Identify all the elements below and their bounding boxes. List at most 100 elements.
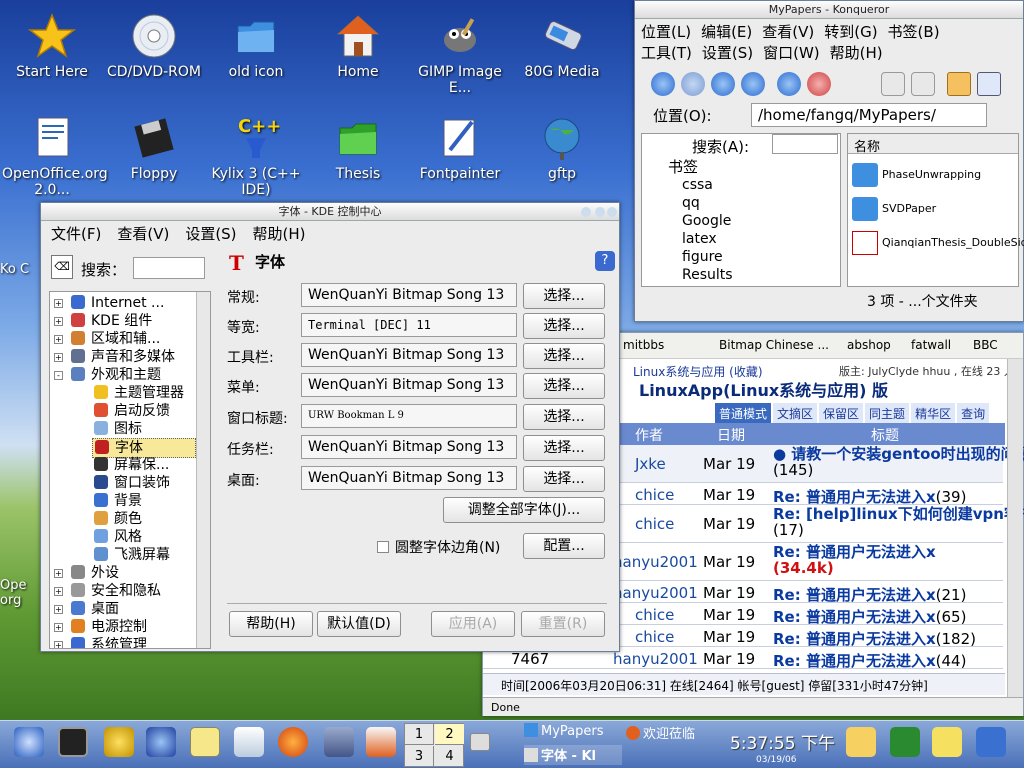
tree-item-appearance[interactable]: - 外观和主题: [54, 366, 161, 384]
close-icon[interactable]: [607, 207, 617, 217]
row-author[interactable]: chice: [635, 628, 674, 646]
bookmark-item[interactable]: cssa: [682, 176, 733, 194]
file-item[interactable]: SVDPaper: [852, 192, 1024, 226]
menu-go[interactable]: 转到(G): [824, 21, 877, 42]
defaults-button[interactable]: 默认值(D): [317, 611, 401, 637]
bookmark-bitmap-chinese[interactable]: Bitmap Chinese ...: [719, 338, 829, 352]
configure-antialias-button[interactable]: 配置...: [523, 533, 605, 559]
minimize-icon[interactable]: [581, 207, 591, 217]
help-icon[interactable]: ?: [595, 251, 615, 271]
row-title[interactable]: Re: 普通用户无法进入x(21): [773, 584, 966, 605]
tab-same-topic[interactable]: 同主题: [865, 403, 910, 423]
choose-font-desktop-button[interactable]: 选择...: [523, 466, 605, 492]
row-author[interactable]: chice: [635, 606, 674, 624]
view-mode-icon[interactable]: [947, 72, 971, 96]
tree-scrollbar[interactable]: [196, 292, 210, 648]
choose-font-general-button[interactable]: 选择...: [523, 283, 605, 309]
menu-edit[interactable]: 编辑(E): [701, 21, 752, 42]
row-author[interactable]: Jxke: [635, 455, 666, 473]
clock-time[interactable]: 5:37:55 下午: [730, 729, 835, 754]
show-desktop-icon[interactable]: [470, 733, 490, 751]
menu-bookmarks[interactable]: 书签(B): [888, 21, 940, 42]
paint-icon[interactable]: [976, 727, 1006, 757]
tree-item-desktop[interactable]: + 桌面: [54, 600, 119, 618]
kde-menu-icon[interactable]: [14, 727, 44, 757]
tree-item-theme-manager[interactable]: 主题管理器: [94, 384, 184, 402]
tree-item-splash-screen[interactable]: 飞溅屏幕: [94, 546, 170, 564]
file-item[interactable]: QianqianThesis_DoubleSided: [852, 226, 1024, 260]
reload-icon[interactable]: [777, 72, 801, 96]
firefox-icon[interactable]: [278, 727, 308, 757]
konqueror-titlebar[interactable]: MyPapers - Konqueror: [635, 1, 1023, 19]
choose-font-toolbar-button[interactable]: 选择...: [523, 343, 605, 369]
pager-desktop-3[interactable]: 3: [405, 746, 434, 767]
tree-item-regional[interactable]: + 区域和辅...: [54, 330, 160, 348]
terminal-icon[interactable]: [58, 727, 88, 757]
up-icon[interactable]: [711, 72, 735, 96]
row-author[interactable]: chice: [635, 515, 674, 533]
choose-font-fixed-button[interactable]: 选择...: [523, 313, 605, 339]
menu-settings[interactable]: 设置(S): [185, 223, 236, 244]
desktop-icon-gimp[interactable]: GIMP Image E...: [410, 12, 510, 96]
bookmark-fatwall[interactable]: fatwall: [911, 338, 951, 352]
desktop-icon-floppy[interactable]: Floppy: [104, 114, 204, 182]
row-title[interactable]: ● 请教一个安装gentoo时出现的问题 (145): [773, 446, 1024, 478]
editor-icon[interactable]: [190, 727, 220, 757]
tab-search[interactable]: 查询: [957, 403, 990, 423]
document-icon[interactable]: [234, 727, 264, 757]
desktop-icon-fontpainter[interactable]: Fontpainter: [410, 114, 510, 182]
help-button[interactable]: 帮助(H): [229, 611, 313, 637]
desktop-icon-start-here[interactable]: Start Here: [2, 12, 102, 80]
location-input[interactable]: /home/fangq/MyPapers/: [751, 103, 987, 127]
desktop-icon-thesis[interactable]: Thesis: [308, 114, 408, 182]
home-icon[interactable]: [366, 727, 396, 757]
tree-item-launch-feedback[interactable]: 启动反馈: [94, 402, 170, 420]
reset-button[interactable]: 重置(R): [521, 611, 605, 637]
tab-digest[interactable]: 文摘区: [773, 403, 818, 423]
menu-help[interactable]: 帮助(H): [830, 42, 883, 63]
task-button-firefox[interactable]: 欢迎莅临: [626, 723, 722, 743]
row-author[interactable]: hanyu2001: [613, 584, 698, 602]
tray-icon[interactable]: [846, 727, 876, 757]
tree-item-style[interactable]: 风格: [94, 528, 142, 546]
tree-item-power[interactable]: + 电源控制: [54, 618, 147, 636]
column-title[interactable]: 标题: [871, 425, 899, 445]
back-icon[interactable]: [651, 72, 675, 96]
stop-icon[interactable]: [807, 72, 831, 96]
browser-scrollbar[interactable]: [1007, 359, 1023, 697]
task-button-konqueror[interactable]: MyPapers: [524, 723, 622, 743]
search-input[interactable]: [133, 257, 205, 279]
bookmark-abshop[interactable]: abshop: [847, 338, 891, 352]
pager-desktop-4[interactable]: 4: [435, 746, 464, 767]
sidebar-search-input[interactable]: [772, 134, 838, 154]
tab-normal-mode[interactable]: 普通模式: [715, 403, 772, 423]
music-icon[interactable]: [146, 727, 176, 757]
bookmark-item[interactable]: Google: [682, 212, 733, 230]
row-title[interactable]: Re: 普通用户无法进入x(44): [773, 650, 966, 671]
column-date[interactable]: 日期: [717, 425, 745, 445]
tree-item-screensaver[interactable]: 屏幕保...: [94, 456, 169, 474]
menu-tools[interactable]: 工具(T): [641, 42, 692, 63]
tree-item-kde-components[interactable]: + KDE 组件: [54, 312, 152, 330]
tree-item-security[interactable]: + 安全和隐私: [54, 582, 161, 600]
tree-item-system-admin[interactable]: + 系统管理: [54, 636, 147, 648]
antialias-checkbox[interactable]: [377, 541, 389, 553]
choose-font-taskbar-button[interactable]: 选择...: [523, 435, 605, 461]
zoom-out-icon[interactable]: [911, 72, 935, 96]
menu-window[interactable]: 窗口(W): [763, 42, 820, 63]
tree-item-fonts[interactable]: 字体: [92, 438, 196, 458]
row-author[interactable]: hanyu2001: [613, 650, 698, 668]
menu-file[interactable]: 文件(F): [51, 223, 101, 244]
desktop-icon-kylix[interactable]: C++ Kylix 3 (C++ IDE): [206, 114, 306, 198]
desktop-icon-openoffice[interactable]: OpenOffice.org 2.0...: [2, 114, 108, 198]
bookmark-item[interactable]: Results: [682, 266, 733, 284]
bookmark-item[interactable]: latex: [682, 230, 733, 248]
bookmark-item[interactable]: qq: [682, 194, 733, 212]
forward-icon[interactable]: [681, 72, 705, 96]
home-icon[interactable]: [741, 72, 765, 96]
desktop-icon-80g-media[interactable]: 80G Media: [512, 12, 612, 80]
pager-desktop-1[interactable]: 1: [405, 724, 434, 745]
tree-item-background[interactable]: 背景: [94, 492, 142, 510]
tab-essence[interactable]: 精华区: [911, 403, 956, 423]
row-title[interactable]: Re: [help]linux下如何创建vpn客户端?(17): [773, 506, 1024, 538]
